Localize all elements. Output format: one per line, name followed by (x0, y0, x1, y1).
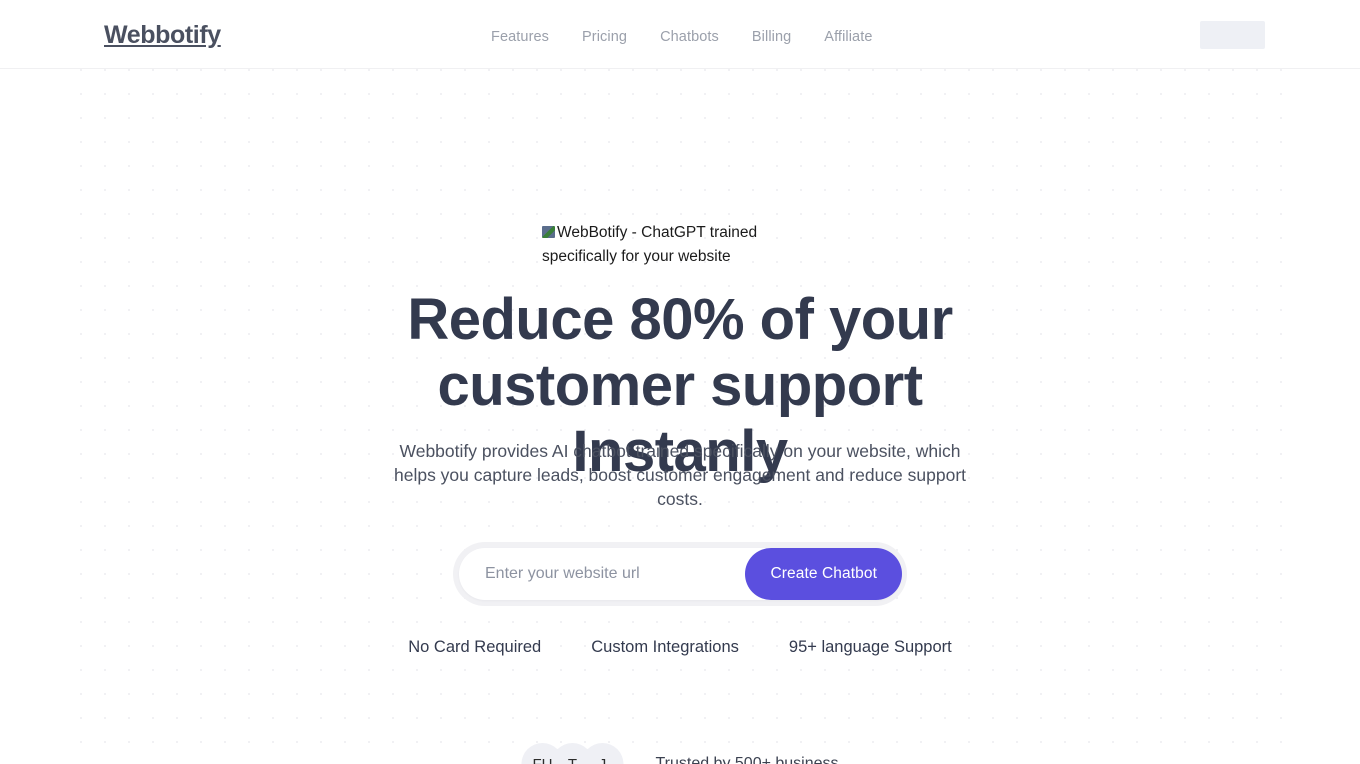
nav-item-chatbots[interactable]: Chatbots (660, 29, 719, 45)
avatar-alt-text: FU (532, 755, 553, 764)
broken-image-icon (542, 226, 555, 238)
avatar-group: FU T J (521, 743, 624, 764)
nav-item-affiliate[interactable]: Affiliate (824, 29, 872, 45)
url-input-pill: Create Chatbot (459, 548, 902, 600)
avatar-alt-text: J (598, 755, 607, 764)
hero-image-alt-text: WebBotify - ChatGPT trained specifically… (542, 224, 758, 265)
site-header: Webbotify Features Pricing Chatbots Bill… (0, 0, 1360, 69)
social-proof: FU T J Trusted by 500+ business (521, 743, 839, 764)
brand-logo[interactable]: Webbotify (104, 23, 221, 48)
feature-no-card-required: No Card Required (408, 638, 542, 656)
nav-item-billing[interactable]: Billing (752, 29, 791, 45)
feature-language-support: 95+ language Support (788, 638, 952, 656)
main-navigation: Features Pricing Chatbots Billing Affili… (491, 29, 873, 45)
nav-item-features[interactable]: Features (491, 29, 549, 45)
auth-button-placeholder[interactable] (1200, 21, 1265, 49)
hero-section: WebBotify - ChatGPT trained specifically… (0, 69, 1360, 764)
avatar: J (581, 743, 624, 764)
avatar-alt-text: T (567, 755, 578, 764)
trust-label: Trusted by 500+ business (655, 755, 839, 764)
create-chatbot-form: Create Chatbot (453, 542, 907, 606)
website-url-input[interactable] (459, 548, 746, 600)
feature-highlights: No Card Required Custom Integrations 95+… (408, 638, 952, 657)
nav-item-pricing[interactable]: Pricing (582, 29, 627, 45)
create-chatbot-button[interactable]: Create Chatbot (745, 548, 902, 600)
hero-illustration: WebBotify - ChatGPT trained specifically… (542, 221, 818, 281)
feature-custom-integrations: Custom Integrations (591, 638, 739, 656)
hero-subheading: Webbotify provides AI chatbot trained sp… (393, 441, 967, 509)
